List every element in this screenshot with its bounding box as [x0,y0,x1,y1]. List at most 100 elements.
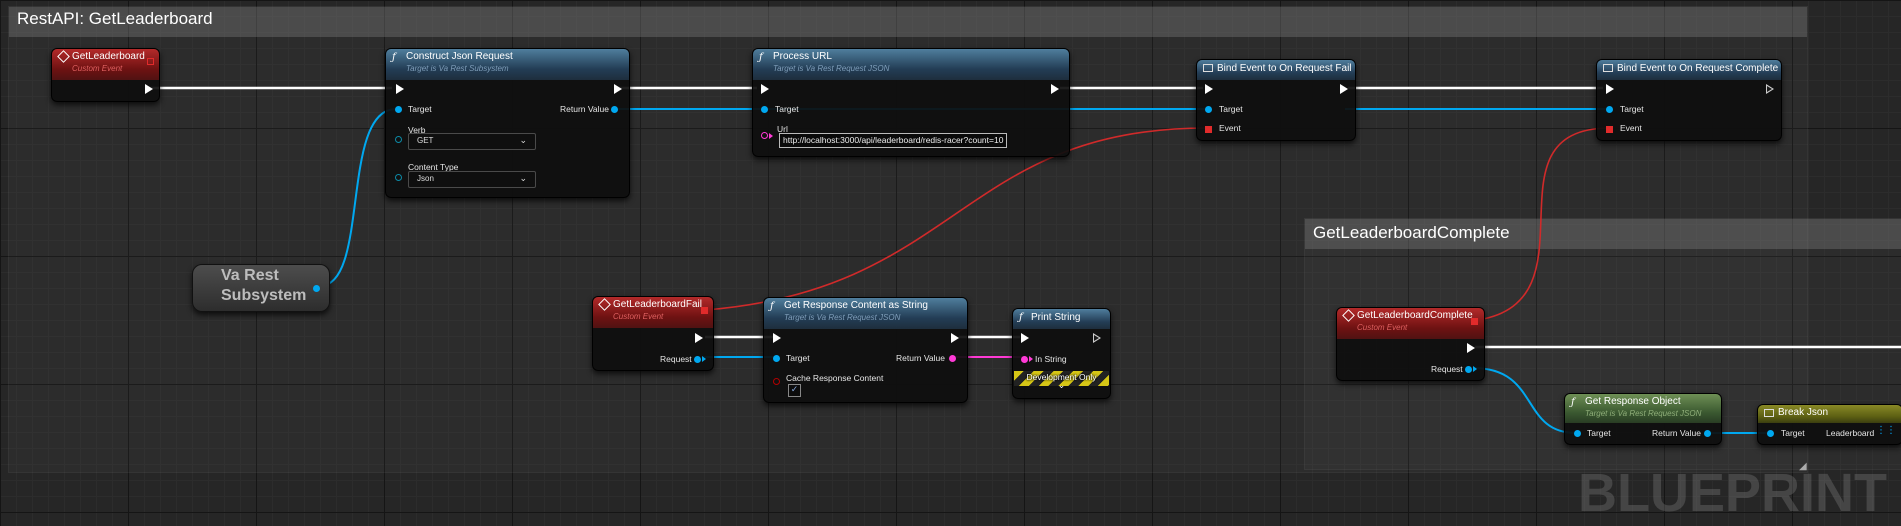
pin-label-return-value: Return Value [560,104,609,114]
node-header[interactable]: ƒ Construct Json Request Target is Va Re… [386,49,629,80]
pin-label-target: Target [1781,428,1805,438]
content-type-value: Json [417,174,434,183]
getleaderboard-event-node[interactable]: GetLeaderboard Custom Event [51,48,160,102]
request-output-pin[interactable] [1465,366,1472,373]
event-delegate-input-pin[interactable] [1205,126,1212,133]
exec-input-pin[interactable] [773,333,781,343]
pin-label-event: Event [1620,123,1642,133]
node-header[interactable]: GetLeaderboardFail Custom Event [593,297,713,328]
exec-output-pin[interactable] [951,333,959,343]
target-input-pin[interactable] [761,106,768,113]
print-string-node[interactable]: ƒ Print String In String Development Onl… [1012,308,1111,399]
chevron-down-icon: ⌄ [519,173,527,183]
delegate-output-pin[interactable] [147,58,154,65]
node-title: GetLeaderboardFail [613,299,702,310]
node-header[interactable]: Break Json [1758,405,1901,423]
expand-chevron-icon[interactable]: ⌄ [1013,381,1110,391]
blueprint-watermark: BLUEPRINT [1578,463,1887,523]
exec-input-pin[interactable] [761,84,769,94]
exec-input-pin[interactable] [1606,84,1614,94]
exec-output-pin[interactable] [614,84,622,94]
get-response-object-node[interactable]: ƒ Get Response Object Target is Va Rest … [1564,393,1722,445]
exec-output-pin[interactable] [1093,333,1101,343]
content-type-input-pin[interactable] [395,174,402,181]
pin-label-target: Target [1587,428,1611,438]
bind-event-on-request-complete-node[interactable]: Bind Event to On Request Complete Target… [1596,59,1782,141]
node-header[interactable]: Bind Event to On Request Fail [1197,60,1355,80]
exec-input-pin[interactable] [1021,333,1029,343]
exec-output-pin[interactable] [1467,343,1475,353]
target-input-pin[interactable] [773,355,780,362]
function-f-icon: ƒ [1571,397,1575,408]
getleaderboardcomplete-event-node[interactable]: GetLeaderboardComplete Custom Event Requ… [1336,307,1485,381]
exec-output-pin[interactable] [1340,84,1348,94]
cache-response-checkbox[interactable]: ✓ [788,384,801,397]
bind-event-on-request-fail-node[interactable]: Bind Event to On Request Fail Target Eve… [1196,59,1356,141]
pin-label-target: Target [1219,104,1243,114]
target-input-pin[interactable] [1574,430,1581,437]
node-subtitle: Custom Event [72,64,123,73]
node-header[interactable]: ƒ Get Response Object Target is Va Rest … [1565,394,1721,423]
exec-output-pin[interactable] [145,84,153,94]
verb-dropdown[interactable]: GET ⌄ [408,133,536,150]
array-grid-icon[interactable]: ⋮⋮ [1876,425,1896,436]
node-header[interactable]: GetLeaderboard Custom Event [52,49,159,80]
target-input-pin[interactable] [1606,106,1613,113]
target-input-pin[interactable] [395,106,402,113]
struct-box-icon [1764,409,1774,417]
exec-input-pin[interactable] [396,84,404,94]
target-input-pin[interactable] [1767,430,1774,437]
verb-value: GET [417,136,434,145]
exec-input-pin[interactable] [1205,84,1213,94]
pin-label-request: Request [1431,364,1463,374]
event-delegate-input-pin[interactable] [1606,126,1613,133]
exec-output-pin[interactable] [1766,84,1774,94]
node-header[interactable]: Bind Event to On Request Complete [1597,60,1781,80]
event-diamond-icon [1342,309,1355,322]
get-response-content-as-string-node[interactable]: ƒ Get Response Content as String Target … [763,297,968,403]
process-url-node[interactable]: ƒ Process URL Target is Va Rest Request … [752,48,1070,157]
subsystem-output-pin[interactable] [313,285,320,292]
url-field[interactable]: http://localhost:3000/api/leaderboard/re… [779,133,1008,148]
node-header[interactable]: ƒ Process URL Target is Va Rest Request … [753,49,1069,80]
node-title: Construct Json Request [406,51,513,62]
chevron-down-icon: ⌄ [519,135,527,145]
request-output-pin[interactable] [694,356,701,363]
return-value-output-pin[interactable] [611,106,618,113]
node-title: Bind Event to On Request Fail [1217,63,1352,74]
event-diamond-icon [57,50,70,63]
pin-label-in-string: In String [1035,354,1067,364]
node-header[interactable]: GetLeaderboardComplete Custom Event [1337,308,1484,339]
node-title: Get Response Content as String [784,300,928,311]
construct-json-request-node[interactable]: ƒ Construct Json Request Target is Va Re… [385,48,630,198]
cache-response-input-pin[interactable] [773,378,780,385]
node-title: Print String [1031,312,1081,323]
content-type-dropdown[interactable]: Json ⌄ [408,171,536,188]
node-title: Process URL [773,51,832,62]
getleaderboardfail-event-node[interactable]: GetLeaderboardFail Custom Event Request [592,296,714,371]
pin-label-target: Target [775,104,799,114]
in-string-input-pin[interactable] [1021,356,1028,363]
exec-output-pin[interactable] [695,333,703,343]
node-subtitle: Custom Event [613,312,664,321]
verb-input-pin[interactable] [395,136,402,143]
node-header[interactable]: ƒ Print String [1013,309,1110,329]
return-value-output-pin[interactable] [949,355,956,362]
url-input-pin[interactable] [761,132,768,139]
pin-label-target: Target [786,353,810,363]
pin-label-target: Target [408,104,432,114]
pin-label-event: Event [1219,123,1241,133]
va-rest-subsystem-node[interactable]: Va Rest Subsystem [192,264,330,312]
object-wire [1472,367,1577,434]
request-output-arrow [1473,366,1477,372]
node-header[interactable]: ƒ Get Response Content as String Target … [764,298,967,329]
delegate-output-pin[interactable] [701,307,708,314]
return-value-output-pin[interactable] [1704,430,1711,437]
function-f-icon: ƒ [1019,312,1023,323]
target-input-pin[interactable] [1205,106,1212,113]
delegate-output-pin[interactable] [1471,318,1478,325]
node-title: Bind Event to On Request Complete [1617,63,1779,74]
exec-output-pin[interactable] [1051,84,1059,94]
break-json-node[interactable]: Break Json Target Leaderboard ⋮⋮ [1757,404,1901,445]
node-subtitle: Target is Va Rest Request JSON [1585,409,1702,418]
